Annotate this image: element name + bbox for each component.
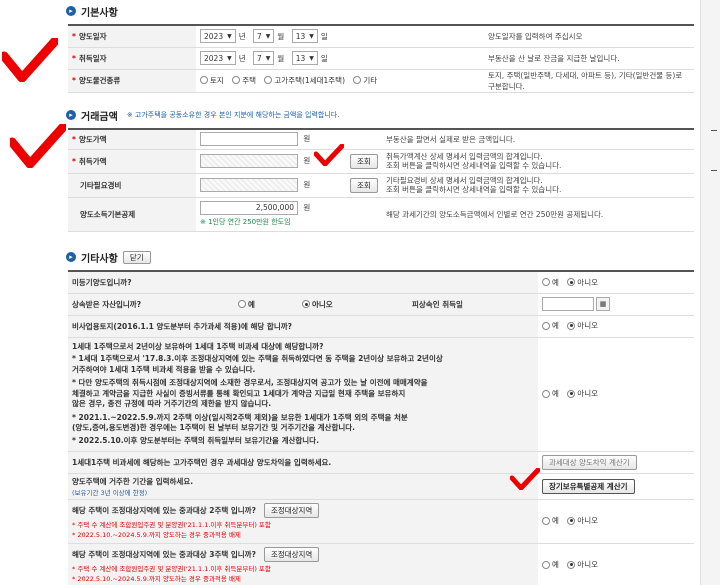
adjust-area-button-2house[interactable]: 조정대상지역 [263, 503, 320, 518]
inherited-no-radio[interactable]: 아니오 [302, 299, 333, 310]
transfer-month-select[interactable]: 7 ▼ [253, 29, 275, 44]
section-transaction-title: ▸ 거래금액 ※ 고가주택을 공동소유한 경우 본인 지분에 해당하는 금액을 … [66, 108, 339, 123]
inherited-yes-radio[interactable]: 예 [238, 299, 255, 310]
row-inherited: 상속받은 자산입니까? 예 아니오 피상속인 취득일 ▦ [68, 293, 694, 316]
other-expense-lookup-button[interactable]: 조회 [350, 177, 378, 193]
calculator-page: ▸ 기본사항 * 양도일자 2023 ▼ 년 7 ▼ 월 13 ▼ 일 양도일자를 입력하여 … [0, 0, 700, 585]
row-one-household-one-house: 1세대 1주택으로서 2년이상 보유하여 1세대 1주택 비과세 대상에 해당합… [68, 337, 694, 452]
row-highprice-gain: 1세대1주택 비과세에 해당하는 고가주택인 경우 과세대상 양도차익을 입력하… [68, 451, 694, 474]
three-house-no-radio[interactable]: 아니오 [567, 559, 598, 570]
red-checkmark-icon [510, 468, 540, 490]
section-basic-title: ▸ 기본사항 [66, 4, 118, 19]
two-house-no-radio[interactable]: 아니오 [567, 515, 598, 526]
row-acquire-date: * 취득일자 2023 ▼ 년 7 ▼ 월 13 ▼ 일 부동산을 산 날로 잔금을 지급한 … [68, 47, 694, 70]
nonbiz-no-radio[interactable]: 아니오 [567, 320, 598, 331]
nonbiz-yes-radio[interactable]: 예 [542, 320, 559, 331]
three-house-yes-radio[interactable]: 예 [542, 559, 559, 570]
right-side-rail [700, 0, 720, 585]
taxable-gain-calculator-button[interactable]: 과세대상 양도차익 계산기 [542, 454, 637, 470]
acquire-month-select[interactable]: 7 ▼ [253, 51, 275, 65]
radio-land[interactable]: 토지 [200, 75, 224, 86]
red-checkmark-icon [2, 38, 58, 82]
chevron-down-icon: ▼ [309, 32, 314, 40]
acquire-price-lookup-button[interactable]: 조회 [350, 153, 378, 169]
red-checkmark-icon [314, 144, 344, 166]
section-bullet-icon: ▸ [66, 252, 76, 262]
basic-deduction-input[interactable]: 2,500,000 [200, 201, 298, 215]
row-property-type: * 양도물건종류 토지 주택 고가주택(1세대1주택) 기타 토지, 주택(일반주… [68, 69, 694, 93]
other-table: 미등기양도입니까? 예 아니오 상속받은 자산입니까? 예 아니오 피상속인 취… [68, 270, 694, 585]
row-residence-period: 양도주택에 거주한 기간을 입력하세요. (보유기간 3년 이상에 한정) 장기… [68, 473, 694, 500]
radio-other[interactable]: 기타 [353, 75, 377, 86]
chevron-down-icon: ▼ [227, 32, 232, 40]
acquire-price-input[interactable] [200, 154, 298, 168]
section-bullet-icon: ▸ [66, 6, 76, 16]
acquire-day-select[interactable]: 13 ▼ [291, 51, 318, 65]
section-other-title: ▸ 기타사항 닫기 [66, 250, 151, 265]
radio-highprice-house[interactable]: 고가주택(1세대1주택) [264, 75, 345, 86]
row-transfer-price: * 양도가액 원 부동산을 팔면서 실제로 받은 금액입니다. [68, 129, 694, 150]
transfer-day-select[interactable]: 13 ▼ [291, 29, 318, 44]
other-expense-input[interactable] [200, 178, 298, 192]
two-house-yes-radio[interactable]: 예 [542, 515, 559, 526]
close-button[interactable]: 닫기 [122, 250, 151, 264]
inherit-date-input[interactable] [542, 297, 594, 311]
transaction-table: * 양도가액 원 부동산을 팔면서 실제로 받은 금액입니다. * 취득가액 원 조… [68, 128, 694, 232]
row-nonbiz-land: 비사업용토지(2016.1.1 양도분부터 추가과세 적용)에 해당 합니까? … [68, 315, 694, 338]
chevron-down-icon: ▼ [265, 32, 271, 40]
one-house-yes-radio[interactable]: 예 [542, 388, 559, 399]
one-house-no-radio[interactable]: 아니오 [567, 388, 598, 399]
radio-house[interactable]: 주택 [232, 75, 256, 86]
longterm-deduction-calculator-button[interactable]: 장기보유특별공제 계산기 [542, 478, 635, 494]
adjust-area-button-3house[interactable]: 조정대상지역 [263, 547, 320, 562]
acquire-year-select[interactable]: 2023 ▼ [200, 51, 236, 65]
unregistered-yes-radio[interactable]: 예 [542, 277, 559, 288]
row-other-expense: 기타필요경비 원 조회 기타필요경비 상세 명세서 입력금액의 합계입니다. 조… [68, 173, 694, 198]
chevron-down-icon: ▼ [227, 54, 232, 62]
unregistered-no-radio[interactable]: 아니오 [567, 277, 598, 288]
transfer-price-input[interactable] [200, 132, 298, 147]
row-acquire-price: * 취득가액 원 조회 취득가액계산 상세 명세서 입력금액의 합계입니다. 조회… [68, 149, 694, 174]
row-basic-deduction: 양도소득기본공제 2,500,000 원 ※ 1인당 연간 250만원 한도임 … [68, 197, 694, 232]
calendar-icon[interactable]: ▦ [596, 297, 610, 311]
row-transfer-date: * 양도일자 2023 ▼ 년 7 ▼ 월 13 ▼ 일 양도일자를 입력하여 주십시오 [68, 25, 694, 48]
chevron-down-icon: ▼ [265, 54, 271, 62]
section-bullet-icon: ▸ [66, 110, 76, 120]
row-two-house: 해당 주택이 조정대상지역에 있는 중과대상 2주택 입니까? 조정대상지역 *… [68, 499, 694, 544]
chevron-down-icon: ▼ [309, 54, 314, 62]
basic-table: * 양도일자 2023 ▼ 년 7 ▼ 월 13 ▼ 일 양도일자를 입력하여 주십시오 * 취… [68, 24, 694, 93]
transfer-year-select[interactable]: 2023 ▼ [200, 29, 236, 44]
row-three-house: 해당 주택이 조정대상지역에 있는 중과대상 3주택 입니까? 조정대상지역 *… [68, 543, 694, 585]
red-checkmark-icon [10, 124, 66, 168]
row-unregistered: 미등기양도입니까? 예 아니오 [68, 271, 694, 294]
